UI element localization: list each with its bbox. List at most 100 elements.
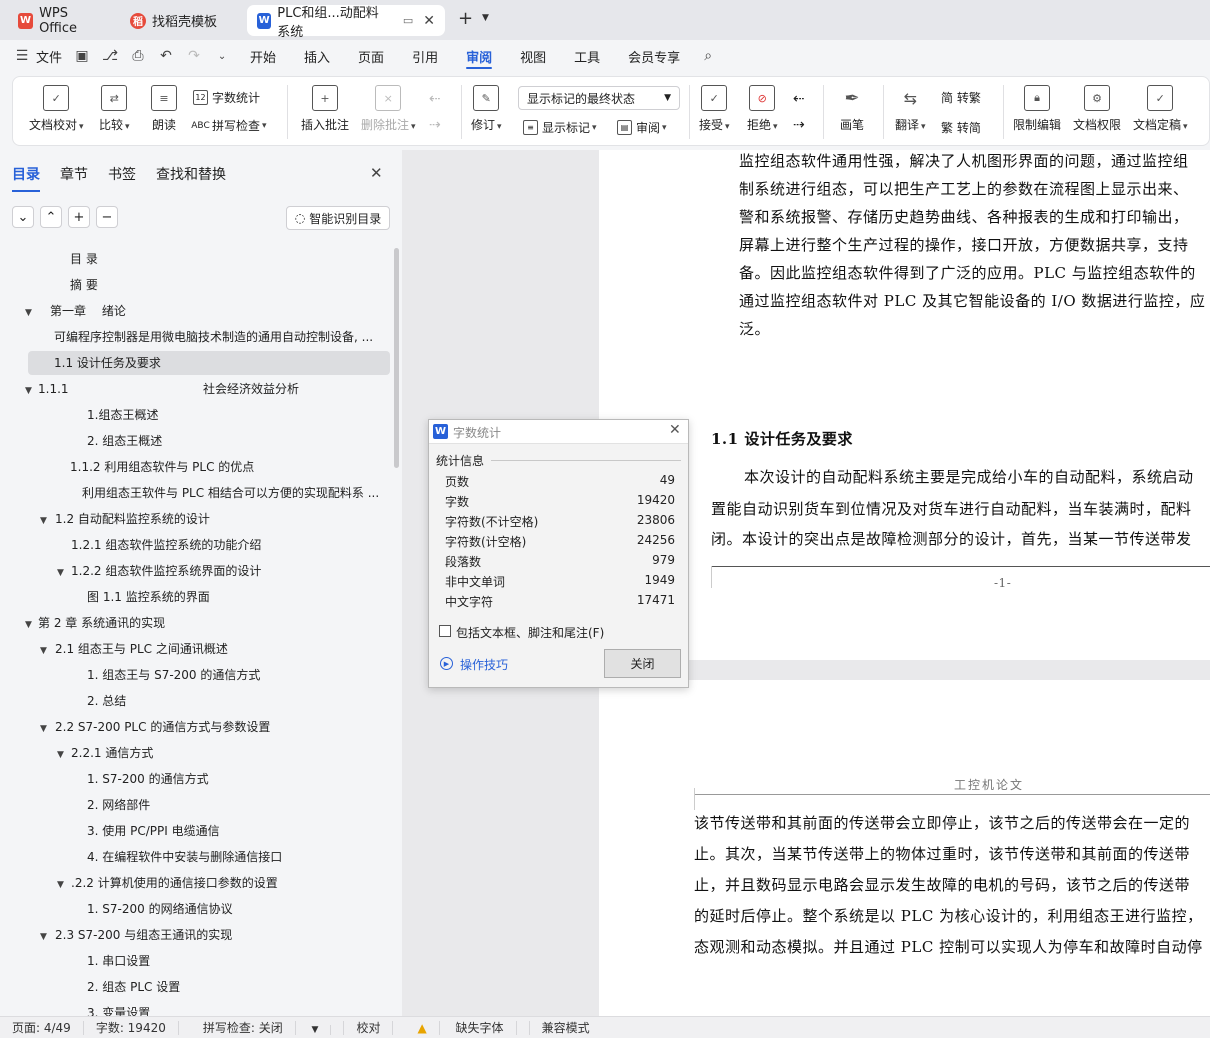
insert-comment-button[interactable]: + 插入批注 [301, 85, 349, 133]
collapse-button[interactable]: ⌄ [12, 206, 34, 228]
toc-item[interactable]: 1. 组态王与 S7-200 的通信方式 [87, 663, 260, 687]
toc-item[interactable]: 2.2.1 通信方式 [71, 741, 153, 765]
tab-chapters[interactable]: 章节 [60, 164, 88, 184]
search-icon[interactable]: ⌕ [694, 40, 722, 72]
expand-arrow-icon[interactable]: ▼ [25, 620, 32, 630]
toc-item[interactable]: 1.2 自动配料监控系统的设计 [55, 507, 210, 531]
review-pane-button[interactable]: ▤ 审阅 ▾ [617, 119, 667, 136]
save-icon[interactable]: ▣ [68, 40, 96, 72]
to-simplified-button[interactable]: 繁 转简 [941, 119, 981, 136]
toc-item[interactable]: 目 录 [70, 247, 98, 271]
toc-item[interactable]: 1.2.2 组态软件监控系统界面的设计 [71, 559, 261, 583]
menu-reference[interactable]: 引用 [398, 40, 452, 72]
menu-review[interactable]: 审阅 [452, 40, 506, 72]
toc-item[interactable]: 2. 组态王概述 [87, 429, 162, 453]
menu-home[interactable]: 开始 [236, 40, 290, 72]
missing-font-indicator[interactable]: ▲ 缺失字体 [393, 1020, 530, 1035]
toc-item[interactable]: 2. 网络部件 [87, 793, 150, 817]
toc-item[interactable]: 第 2 章 系统通讯的实现 [38, 611, 165, 635]
toc-item[interactable]: 1. 串口设置 [87, 949, 150, 973]
to-traditional-button[interactable]: 简 转繁 [941, 89, 981, 106]
accept-button[interactable]: ✓ 接受 ▾ [699, 85, 730, 133]
page-indicator[interactable]: 页面: 4/49 [0, 1020, 84, 1035]
close-icon[interactable]: ✕ [669, 422, 681, 438]
toc-item[interactable]: 2. 总结 [87, 689, 126, 713]
toc-item[interactable]: 利用组态王软件与 PLC 相结合可以方便的实现配料系 ... [82, 481, 382, 505]
expand-arrow-icon[interactable]: ▼ [40, 516, 47, 526]
more-chevron-icon[interactable]: ⌄ [208, 40, 236, 72]
menu-insert[interactable]: 插入 [290, 40, 344, 72]
show-marks-button[interactable]: ≡ 显示标记 ▾ [523, 119, 597, 136]
expand-arrow-icon[interactable]: ▼ [57, 750, 64, 760]
print-preview-icon[interactable]: ⎙ [124, 40, 152, 72]
toc-item[interactable]: 2.3 S7-200 与组态王通讯的实现 [55, 923, 232, 947]
toc-item[interactable]: 2.1 组态王与 PLC 之间通讯概述 [55, 637, 228, 661]
undo-icon[interactable]: ↶ [152, 40, 180, 72]
expand-arrow-icon[interactable]: ▼ [25, 386, 32, 396]
show-mode-select[interactable]: 显示标记的最终状态 ▼ [518, 86, 680, 110]
word-count-button[interactable]: 12 字数统计 [193, 89, 260, 106]
expand-arrow-icon[interactable]: ▼ [25, 308, 32, 318]
toc-item[interactable]: 4. 在编程软件中安装与删除通信接口 [87, 845, 282, 869]
reject-button[interactable]: ⊘ 拒绝 ▾ [747, 85, 778, 133]
add-heading-button[interactable]: + [68, 206, 90, 228]
pen-button[interactable]: ✒ 画笔 [839, 85, 865, 133]
close-icon[interactable]: ✕ [370, 164, 383, 182]
toc-item-selected[interactable]: 1.1 设计任务及要求 [28, 351, 390, 375]
tab-wps-office[interactable]: W WPS Office [8, 5, 116, 36]
tab-templates[interactable]: 稻 找稻壳模板 [120, 5, 242, 36]
toc-item[interactable]: 3. 使用 PC/PPI 电缆通信 [87, 819, 220, 843]
smart-toc-button[interactable]: ◌ 智能识别目录 [286, 206, 390, 230]
expand-arrow-icon[interactable]: ▼ [40, 724, 47, 734]
menu-tools[interactable]: 工具 [560, 40, 614, 72]
close-tab-icon[interactable]: ✕ [423, 13, 435, 29]
toc-item[interactable]: 2.2 S7-200 PLC 的通信方式与参数设置 [55, 715, 270, 739]
word-count-indicator[interactable]: 字数: 19420 [84, 1020, 179, 1035]
delete-comment-button[interactable]: × 删除批注 ▾ [361, 85, 416, 133]
doc-check-button[interactable]: ✓ 文档校对 ▾ [29, 85, 84, 133]
toc-item[interactable]: 3. 变量设置 [87, 1001, 150, 1016]
toc-item[interactable]: 1.1.1 [38, 377, 69, 401]
proof-indicator[interactable]: 校对 [344, 1020, 394, 1035]
include-footnotes-checkbox[interactable] [439, 625, 451, 637]
tips-link[interactable]: 操作技巧 [460, 656, 508, 673]
share-icon[interactable]: ⎇ [96, 40, 124, 72]
prev-change-icon[interactable]: ⇠ [793, 91, 805, 107]
toc-item[interactable]: 1. S7-200 的通信方式 [87, 767, 209, 791]
spell-check-button[interactable]: ABC 拼写检查 ▾ [191, 117, 266, 134]
toc-item[interactable]: 1. S7-200 的网络通信协议 [87, 897, 233, 921]
toc-item[interactable]: 社会经济效益分析 [203, 377, 299, 401]
tab-document[interactable]: W PLC和组...动配料系统 ▭ ✕ [247, 5, 445, 40]
expand-arrow-icon[interactable]: ▼ [57, 568, 64, 578]
translate-button[interactable]: ⇆ 翻译 ▾ [895, 85, 926, 133]
compare-button[interactable]: ⇄ 比较 ▾ [99, 85, 130, 133]
toc-item[interactable]: 可编程序控制器是用微电脑技术制造的通用自动控制设备, ... [54, 325, 384, 349]
new-tab-icon[interactable]: + [458, 8, 473, 29]
finalize-button[interactable]: ✓ 文档定稿 ▾ [1133, 85, 1188, 133]
menu-member[interactable]: 会员专享 [614, 40, 694, 72]
chevron-down-icon[interactable]: ▼ [482, 13, 489, 23]
toc-item[interactable]: .2.2 计算机使用的通信接口参数的设置 [71, 871, 278, 895]
remove-heading-button[interactable]: − [96, 206, 118, 228]
toc-item[interactable]: 第一章 绪论 [50, 299, 126, 323]
hamburger-icon[interactable]: ☰ [8, 40, 36, 72]
doc-permission-button[interactable]: ⚙ 文档权限 [1073, 85, 1121, 133]
close-button[interactable]: 关闭 [604, 649, 681, 678]
expand-button[interactable]: ⌃ [40, 206, 62, 228]
toc-item[interactable]: 2. 组态 PLC 设置 [87, 975, 180, 999]
toc-item[interactable]: 1.2.1 组态软件监控系统的功能介绍 [71, 533, 261, 557]
expand-arrow-icon[interactable]: ▼ [40, 932, 47, 942]
prev-comment-icon[interactable]: ⇠ [429, 91, 441, 107]
read-aloud-button[interactable]: ≡ 朗读 [151, 85, 177, 133]
menu-file[interactable]: 文件 [36, 47, 68, 66]
menu-view[interactable]: 视图 [506, 40, 560, 72]
tab-find-replace[interactable]: 查找和替换 [156, 164, 226, 184]
next-change-icon[interactable]: ⇢ [793, 117, 805, 133]
toc-item[interactable]: 摘 要 [70, 273, 98, 297]
menu-page[interactable]: 页面 [344, 40, 398, 72]
tab-bookmarks[interactable]: 书签 [108, 164, 136, 184]
restrict-edit-button[interactable]: 🔒︎ 限制编辑 [1013, 85, 1061, 133]
toc-item[interactable]: 1.组态王概述 [87, 403, 158, 427]
scrollbar[interactable] [394, 248, 399, 468]
spell-check-indicator[interactable]: 拼写检查: 关闭 ▼ [179, 1020, 345, 1035]
